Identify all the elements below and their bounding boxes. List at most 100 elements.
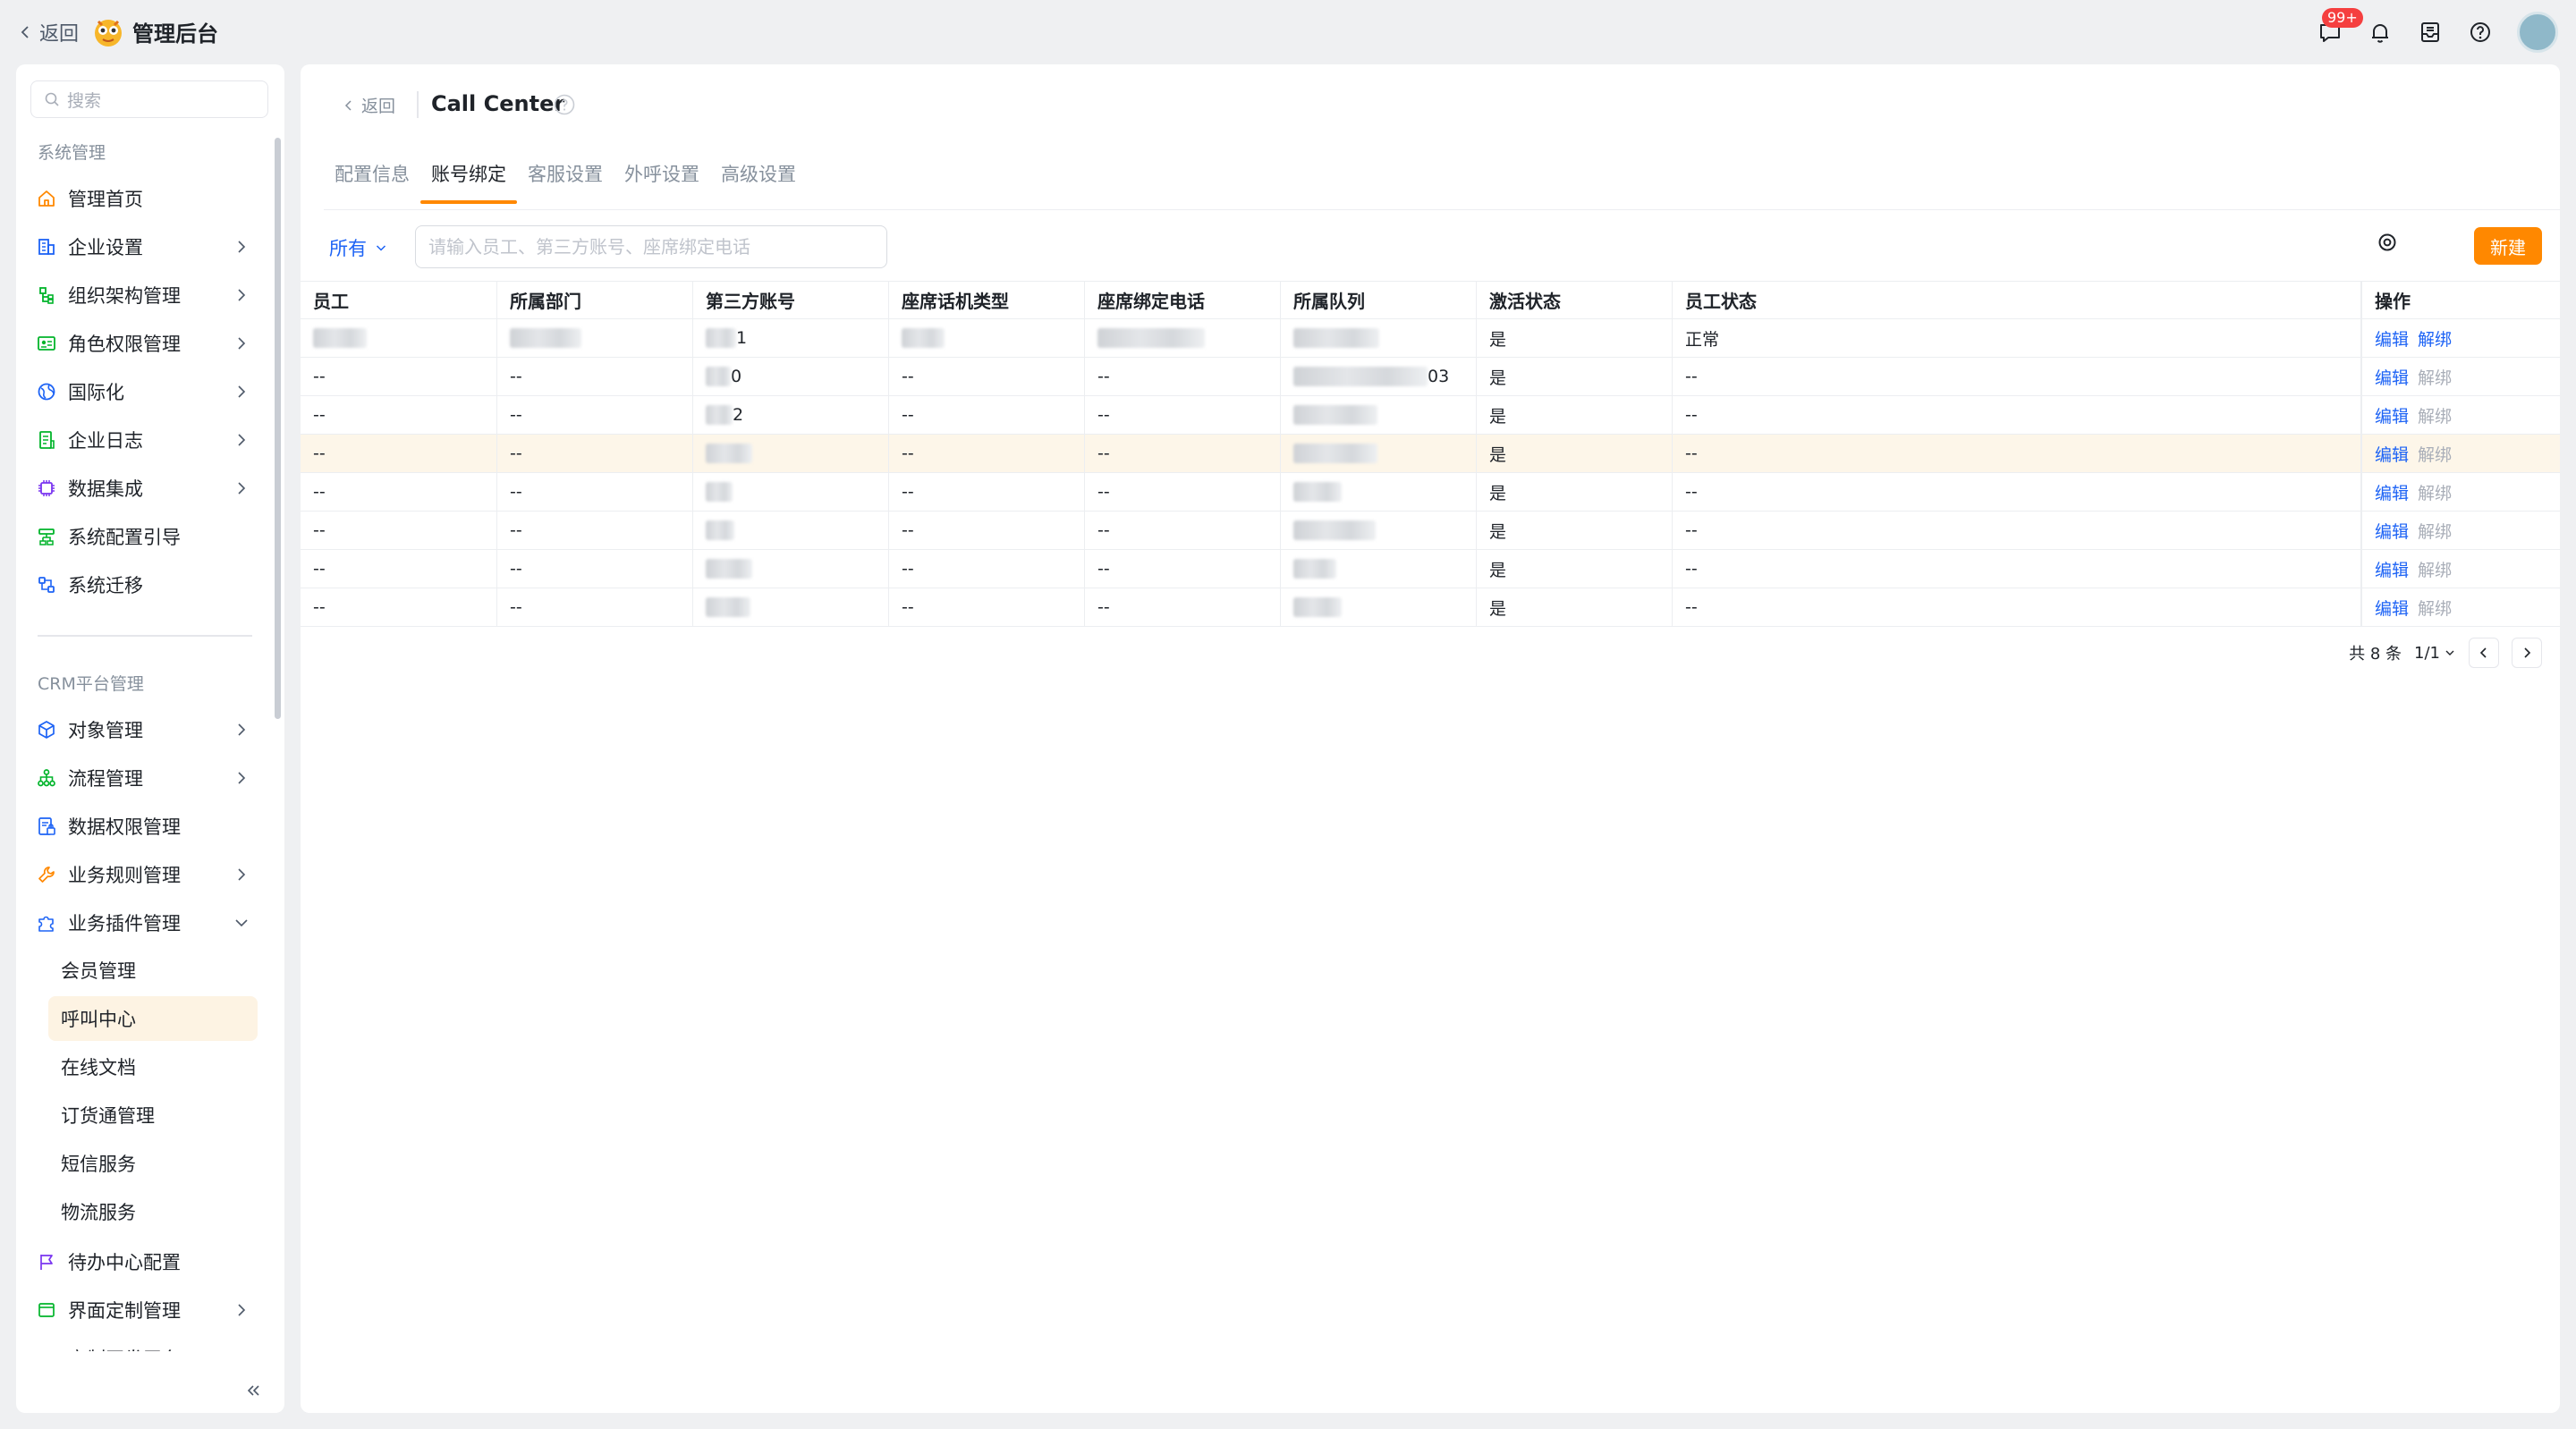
new-button[interactable]: 新建 <box>2474 227 2542 265</box>
cell-employee-status: -- <box>1673 358 2361 395</box>
edit-link[interactable]: 编辑 <box>2375 519 2409 543</box>
tab-account-binding[interactable]: 账号绑定 <box>420 154 517 204</box>
chevron-right-icon <box>238 772 246 784</box>
table-row[interactable]: -- -- -- -- 是 -- 编辑 解绑 <box>301 550 2560 588</box>
sidebar-item-object-management[interactable]: 对象管理 <box>36 710 250 749</box>
tab-service-settings[interactable]: 客服设置 <box>517 154 614 204</box>
table-row[interactable]: -- -- -- -- 是 -- 编辑 解绑 <box>301 588 2560 627</box>
sidebar-item-enterprise-settings[interactable]: 企业设置 <box>36 227 250 266</box>
sidebar-item-data-permissions[interactable]: 数据权限管理 <box>36 807 250 846</box>
cell-queue-text: 03 <box>1428 367 1450 386</box>
sidebar-item-i18n[interactable]: 国际化 <box>36 372 250 411</box>
unbind-link[interactable]: 解绑 <box>2418 442 2452 466</box>
edit-link[interactable]: 编辑 <box>2375 557 2409 581</box>
back-button[interactable]: 返回 <box>16 18 79 47</box>
table-row[interactable]: 1 是 正常 编辑 解绑 <box>301 319 2560 358</box>
sidebar-item-business-rules[interactable]: 业务规则管理 <box>36 855 250 894</box>
col-header-department[interactable]: 所属部门 <box>497 282 693 318</box>
sidebar-item-ui-customization[interactable]: 界面定制管理 <box>36 1290 250 1330</box>
sidebar-subitem-member-management[interactable]: 会员管理 <box>48 948 258 993</box>
search-icon <box>45 92 59 106</box>
sidebar-item-org-structure[interactable]: 组织架构管理 <box>36 275 250 315</box>
table-row[interactable]: -- -- -- -- 是 -- 编辑 解绑 <box>301 512 2560 550</box>
unbind-link[interactable]: 解绑 <box>2418 326 2452 351</box>
edit-link[interactable]: 编辑 <box>2375 403 2409 427</box>
cell-queue <box>1281 550 1477 588</box>
sidebar-search[interactable]: 搜索 <box>30 80 268 118</box>
table-row[interactable]: -- -- 0 -- -- 03 是 -- 编辑 解绑 <box>301 358 2560 396</box>
cell-employee-status: -- <box>1673 512 2361 549</box>
settings-gear-icon[interactable] <box>2374 229 2401 256</box>
sidebar-subitem-order-management[interactable]: 订货通管理 <box>48 1093 258 1137</box>
sidebar-item-system-migration[interactable]: 系统迁移 <box>36 565 250 605</box>
cell-third-party-account-text: 0 <box>731 367 742 386</box>
filter-label: 所有 <box>329 238 367 259</box>
col-header-queue[interactable]: 所属队列 <box>1281 282 1477 318</box>
edit-link[interactable]: 编辑 <box>2375 365 2409 389</box>
prev-page-button[interactable] <box>2469 638 2499 668</box>
edit-link[interactable]: 编辑 <box>2375 480 2409 504</box>
sidebar-item-label: 企业设置 <box>68 237 143 258</box>
table-row[interactable]: -- -- -- -- 是 -- 编辑 解绑 <box>301 435 2560 473</box>
sidebar-item-enterprise-log[interactable]: 企业日志 <box>36 420 250 460</box>
unbind-link[interactable]: 解绑 <box>2418 519 2452 543</box>
inbox-button[interactable] <box>2417 19 2444 46</box>
help-button[interactable] <box>2467 19 2494 46</box>
col-header-employee[interactable]: 员工 <box>301 282 497 318</box>
sidebar-subitem-logistics[interactable]: 物流服务 <box>48 1189 258 1234</box>
cell-phone-type-text: -- <box>902 559 914 579</box>
unbind-link[interactable]: 解绑 <box>2418 365 2452 389</box>
page-selector[interactable]: 1/1 <box>2414 644 2456 663</box>
cell-third-party-account <box>693 435 889 472</box>
edit-link[interactable]: 编辑 <box>2375 596 2409 620</box>
table-row[interactable]: -- -- -- -- 是 -- 编辑 解绑 <box>301 473 2560 512</box>
top-bar: 返回 管理后台 99+ <box>0 0 2576 64</box>
edit-link[interactable]: 编辑 <box>2375 326 2409 351</box>
help-circle-icon[interactable] <box>553 93 576 116</box>
sidebar-item-business-plugins[interactable]: 业务插件管理 <box>36 903 250 943</box>
tab-outbound-settings[interactable]: 外呼设置 <box>614 154 710 204</box>
collapse-sidebar-icon[interactable] <box>243 1381 263 1400</box>
cell-employee-status-text: -- <box>1685 559 1698 579</box>
masked-value <box>706 520 734 540</box>
sidebar-subitem-sms-service[interactable]: 短信服务 <box>48 1141 258 1186</box>
col-header-third-party-account[interactable]: 第三方账号 <box>693 282 889 318</box>
flag-icon <box>40 1255 53 1270</box>
sidebar-scrollbar[interactable] <box>275 138 281 719</box>
cell-employee-status: -- <box>1673 588 2361 626</box>
unbind-link[interactable]: 解绑 <box>2418 480 2452 504</box>
col-header-actions: 操作 <box>2361 282 2560 318</box>
edit-link[interactable]: 编辑 <box>2375 442 2409 466</box>
sidebar-item-custom-dev[interactable]: 定制开发平台 <box>36 1339 250 1351</box>
masked-value <box>1293 367 1428 386</box>
col-header-employee-status[interactable]: 员工状态 <box>1673 282 2361 318</box>
tab-advanced-settings[interactable]: 高级设置 <box>710 154 807 204</box>
col-header-bound-phone[interactable]: 座席绑定电话 <box>1085 282 1281 318</box>
user-avatar[interactable] <box>2517 12 2558 53</box>
sidebar-subitem-online-docs[interactable]: 在线文档 <box>48 1044 258 1089</box>
filter-dropdown[interactable]: 所有 <box>329 229 388 266</box>
sidebar-item-todo-center[interactable]: 待办中心配置 <box>36 1242 250 1281</box>
sidebar-item-data-integration[interactable]: 数据集成 <box>36 469 250 508</box>
cell-employee-status: 正常 <box>1673 319 2361 357</box>
message-button[interactable]: 99+ <box>2317 8 2363 46</box>
col-header-phone-type[interactable]: 座席话机类型 <box>889 282 1085 318</box>
sidebar-item-role-permissions[interactable]: 角色权限管理 <box>36 324 250 363</box>
bell-button[interactable] <box>2367 19 2394 46</box>
unbind-link[interactable]: 解绑 <box>2418 557 2452 581</box>
next-page-button[interactable] <box>2512 638 2542 668</box>
unbind-link[interactable]: 解绑 <box>2418 403 2452 427</box>
search-input[interactable] <box>415 225 887 268</box>
table-row[interactable]: -- -- 2 -- -- 是 -- 编辑 解绑 <box>301 396 2560 435</box>
cell-actions: 编辑 解绑 <box>2361 396 2560 434</box>
tab-config-info[interactable]: 配置信息 <box>324 154 420 204</box>
col-header-active-status[interactable]: 激活状态 <box>1477 282 1673 318</box>
breadcrumb-back[interactable]: 返回 <box>342 93 395 117</box>
sidebar-subitem-call-center[interactable]: 呼叫中心 <box>48 996 258 1041</box>
unbind-link[interactable]: 解绑 <box>2418 596 2452 620</box>
masked-value <box>706 597 750 617</box>
sidebar-item-home[interactable]: 管理首页 <box>36 179 250 218</box>
chevron-left-icon <box>2479 647 2487 658</box>
sidebar-item-process-management[interactable]: 流程管理 <box>36 758 250 798</box>
sidebar-item-config-guide[interactable]: 系统配置引导 <box>36 517 250 556</box>
